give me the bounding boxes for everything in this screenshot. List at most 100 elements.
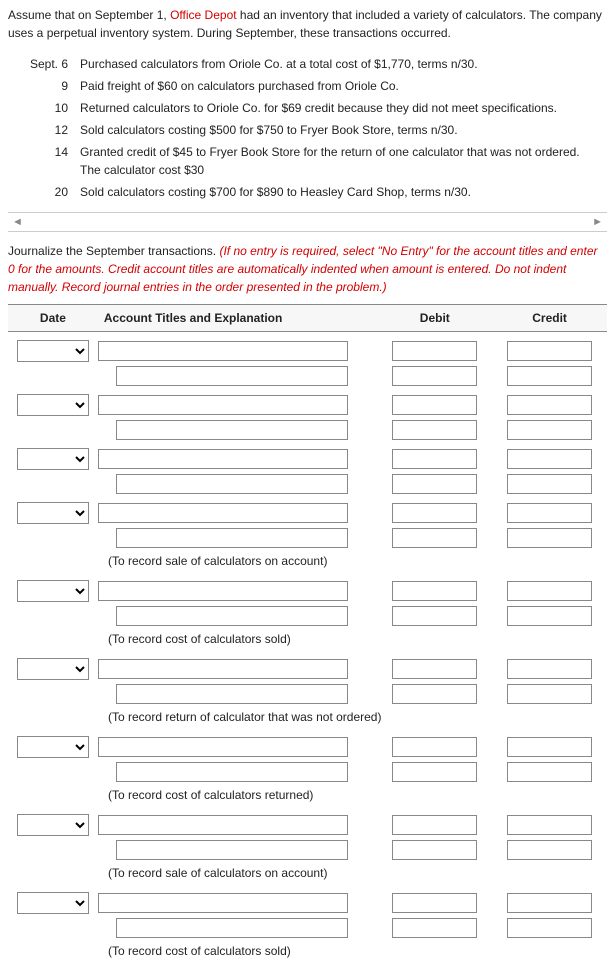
debit-input[interactable]: [392, 659, 477, 679]
scroll-left-icon[interactable]: ◄: [8, 214, 27, 231]
credit-input[interactable]: [507, 840, 592, 860]
credit-input[interactable]: [507, 474, 592, 494]
journal-entry: (To record return of calculator that was…: [8, 658, 607, 726]
date-select[interactable]: [17, 502, 89, 524]
account-input[interactable]: [98, 581, 348, 601]
credit-input[interactable]: [507, 420, 592, 440]
account-input[interactable]: [116, 762, 348, 782]
date-select[interactable]: [17, 448, 89, 470]
journal-entry: (To record cost of calculators sold): [8, 580, 607, 648]
credit-input[interactable]: [507, 684, 592, 704]
entry-explanation: (To record cost of calculators sold): [108, 630, 607, 648]
debit-input[interactable]: [392, 893, 477, 913]
date-select[interactable]: [17, 394, 89, 416]
debit-input[interactable]: [392, 528, 477, 548]
debit-input[interactable]: [392, 737, 477, 757]
account-input[interactable]: [98, 737, 348, 757]
journal-entry: [8, 340, 607, 386]
credit-input[interactable]: [507, 449, 592, 469]
credit-input[interactable]: [507, 528, 592, 548]
tx-text: Sold calculators costing $700 for $890 t…: [80, 182, 605, 202]
entry-explanation: (To record sale of calculators on accoun…: [108, 864, 607, 882]
credit-input[interactable]: [507, 815, 592, 835]
credit-input[interactable]: [507, 606, 592, 626]
account-input[interactable]: [116, 606, 348, 626]
tx-date: 20: [30, 182, 78, 202]
scroll-right-icon[interactable]: ►: [588, 214, 607, 231]
debit-input[interactable]: [392, 762, 477, 782]
credit-input[interactable]: [507, 659, 592, 679]
account-input[interactable]: [116, 474, 348, 494]
tx-date: 12: [30, 120, 78, 140]
debit-input[interactable]: [392, 366, 477, 386]
problem-intro: Assume that on September 1, Office Depot…: [8, 6, 607, 42]
date-select[interactable]: [17, 340, 89, 362]
tx-date: 9: [30, 76, 78, 96]
debit-input[interactable]: [392, 606, 477, 626]
tx-date: 10: [30, 98, 78, 118]
account-input[interactable]: [98, 395, 348, 415]
header-date: Date: [8, 305, 98, 331]
debit-input[interactable]: [392, 918, 477, 938]
company-name: Office Depot: [170, 8, 236, 22]
credit-input[interactable]: [507, 503, 592, 523]
journal-header-row: Date Account Titles and Explanation Debi…: [8, 304, 607, 332]
debit-input[interactable]: [392, 684, 477, 704]
instructions-lead: Journalize the September transactions.: [8, 244, 219, 258]
debit-input[interactable]: [392, 341, 477, 361]
header-credit: Credit: [492, 305, 607, 331]
tx-date: Sept. 6: [30, 54, 78, 74]
account-input[interactable]: [116, 366, 348, 386]
entry-explanation: (To record return of calculator that was…: [108, 708, 607, 726]
date-select[interactable]: [17, 658, 89, 680]
credit-input[interactable]: [507, 893, 592, 913]
journal-entry: (To record cost of calculators sold): [8, 892, 607, 960]
journal-entry: (To record sale of calculators on accoun…: [8, 814, 607, 882]
account-input[interactable]: [98, 659, 348, 679]
debit-input[interactable]: [392, 449, 477, 469]
entry-explanation: (To record cost of calculators returned): [108, 786, 607, 804]
entry-explanation: (To record sale of calculators on accoun…: [108, 552, 607, 570]
credit-input[interactable]: [507, 395, 592, 415]
journal-entry: (To record sale of calculators on accoun…: [8, 502, 607, 570]
account-input[interactable]: [98, 449, 348, 469]
account-input[interactable]: [116, 420, 348, 440]
tx-text: Returned calculators to Oriole Co. for $…: [80, 98, 605, 118]
account-input[interactable]: [116, 918, 348, 938]
credit-input[interactable]: [507, 762, 592, 782]
header-debit: Debit: [377, 305, 492, 331]
account-input[interactable]: [98, 815, 348, 835]
entry-explanation: (To record cost of calculators sold): [108, 942, 607, 960]
debit-input[interactable]: [392, 420, 477, 440]
account-input[interactable]: [116, 684, 348, 704]
header-account: Account Titles and Explanation: [98, 305, 378, 331]
debit-input[interactable]: [392, 474, 477, 494]
account-input[interactable]: [98, 893, 348, 913]
horizontal-scroll-bar[interactable]: ◄ ►: [8, 212, 607, 232]
credit-input[interactable]: [507, 581, 592, 601]
debit-input[interactable]: [392, 395, 477, 415]
account-input[interactable]: [116, 528, 348, 548]
debit-input[interactable]: [392, 815, 477, 835]
tx-text: Sold calculators costing $500 for $750 t…: [80, 120, 605, 140]
debit-input[interactable]: [392, 581, 477, 601]
credit-input[interactable]: [507, 341, 592, 361]
transactions-list: Sept. 6Purchased calculators from Oriole…: [28, 52, 607, 204]
tx-text: Granted credit of $45 to Fryer Book Stor…: [80, 142, 605, 180]
date-select[interactable]: [17, 736, 89, 758]
journal-entry: (To record cost of calculators returned): [8, 736, 607, 804]
journal-entry: [8, 394, 607, 440]
credit-input[interactable]: [507, 737, 592, 757]
account-input[interactable]: [98, 503, 348, 523]
date-select[interactable]: [17, 892, 89, 914]
credit-input[interactable]: [507, 918, 592, 938]
debit-input[interactable]: [392, 840, 477, 860]
account-input[interactable]: [116, 840, 348, 860]
date-select[interactable]: [17, 580, 89, 602]
date-select[interactable]: [17, 814, 89, 836]
debit-input[interactable]: [392, 503, 477, 523]
tx-date: 14: [30, 142, 78, 180]
credit-input[interactable]: [507, 366, 592, 386]
journal-entry: [8, 448, 607, 494]
account-input[interactable]: [98, 341, 348, 361]
